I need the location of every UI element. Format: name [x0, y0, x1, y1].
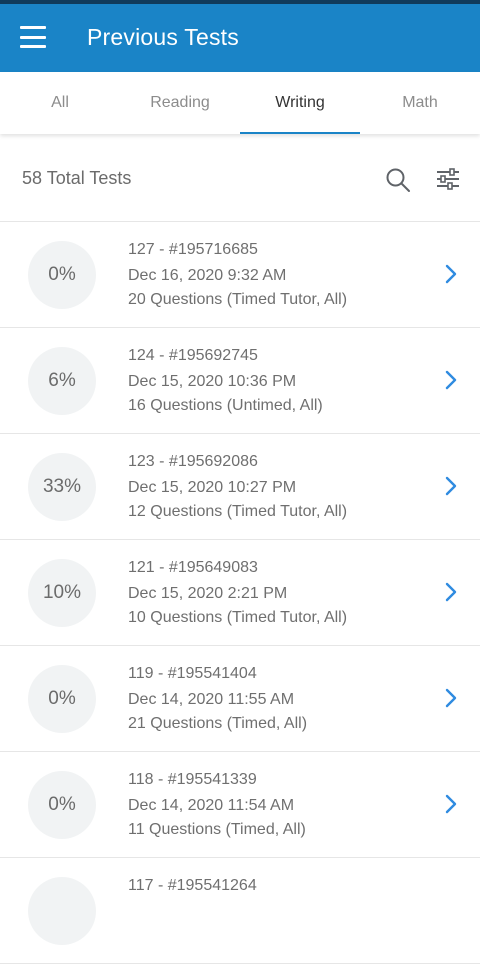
tab-reading[interactable]: Reading [120, 72, 240, 134]
subject-tabs: All Reading Writing Math [0, 72, 480, 134]
app-bar: Previous Tests [0, 0, 480, 72]
chevron-right-icon[interactable] [442, 368, 460, 392]
test-details: 21 Questions (Timed, All) [128, 715, 308, 732]
score-badge: 0% [28, 241, 96, 309]
test-date: Dec 15, 2020 2:21 PM [128, 585, 288, 602]
test-id: 127 - #195716685 [128, 241, 258, 258]
test-row[interactable]: 0% 119 - #195541404 Dec 14, 2020 11:55 A… [0, 646, 480, 752]
tab-all[interactable]: All [0, 72, 120, 134]
score-badge: 10% [28, 559, 96, 627]
test-id: 124 - #195692745 [128, 347, 258, 364]
tab-writing[interactable]: Writing [240, 72, 360, 134]
test-date: Dec 14, 2020 11:55 AM [128, 691, 295, 708]
test-date: Dec 15, 2020 10:27 PM [128, 479, 297, 496]
test-details: 20 Questions (Timed Tutor, All) [128, 291, 348, 308]
tab-math[interactable]: Math [360, 72, 480, 134]
test-row[interactable]: 0% 118 - #195541339 Dec 14, 2020 11:54 A… [0, 752, 480, 858]
list-toolbar: 58 Total Tests [0, 134, 480, 222]
test-date: Dec 15, 2020 10:36 PM [128, 373, 297, 390]
filter-sliders-icon[interactable] [436, 167, 460, 191]
chevron-right-icon[interactable] [442, 474, 460, 498]
page-title: Previous Tests [87, 24, 239, 50]
chevron-right-icon[interactable] [442, 686, 460, 710]
score-badge: 0% [28, 771, 96, 839]
chevron-right-icon[interactable] [442, 792, 460, 816]
test-row[interactable]: 33% 123 - #195692086 Dec 15, 2020 10:27 … [0, 434, 480, 540]
test-id: 117 - #195541264 [128, 877, 257, 894]
test-row[interactable]: 117 - #195541264 [0, 858, 480, 964]
chevron-right-icon[interactable] [442, 262, 460, 286]
test-date: Dec 16, 2020 9:32 AM [128, 267, 287, 284]
search-icon[interactable] [385, 167, 411, 193]
test-id: 121 - #195649083 [128, 559, 258, 576]
test-row[interactable]: 10% 121 - #195649083 Dec 15, 2020 2:21 P… [0, 540, 480, 646]
score-badge [28, 877, 96, 945]
test-date: Dec 14, 2020 11:54 AM [128, 797, 295, 814]
test-id: 123 - #195692086 [128, 453, 258, 470]
score-badge: 6% [28, 347, 96, 415]
test-details: 10 Questions (Timed Tutor, All) [128, 609, 348, 626]
score-badge: 0% [28, 665, 96, 733]
total-tests-count: 58 Total Tests [22, 168, 132, 188]
test-details: 16 Questions (Untimed, All) [128, 397, 323, 414]
hamburger-menu-icon[interactable] [20, 26, 46, 48]
test-row[interactable]: 6% 124 - #195692745 Dec 15, 2020 10:36 P… [0, 328, 480, 434]
test-details: 12 Questions (Timed Tutor, All) [128, 503, 348, 520]
test-id: 118 - #195541339 [128, 771, 257, 788]
test-row[interactable]: 0% 127 - #195716685 Dec 16, 2020 9:32 AM… [0, 222, 480, 328]
test-details: 11 Questions (Timed, All) [128, 821, 306, 838]
test-list: 0% 127 - #195716685 Dec 16, 2020 9:32 AM… [0, 222, 480, 964]
test-id: 119 - #195541404 [128, 665, 257, 682]
score-badge: 33% [28, 453, 96, 521]
chevron-right-icon[interactable] [442, 580, 460, 604]
